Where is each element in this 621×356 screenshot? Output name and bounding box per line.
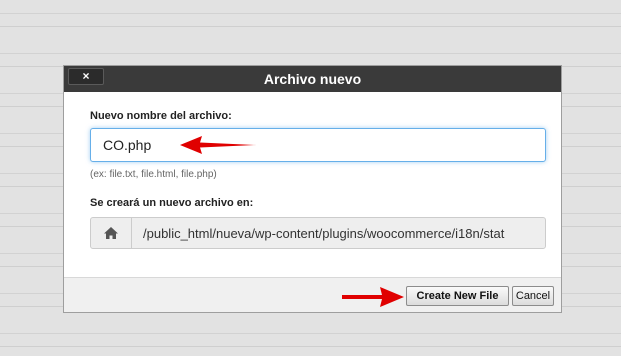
annotation-arrow-create [342,287,404,307]
dialog-titlebar: × Archivo nuevo [64,66,561,92]
create-new-file-button[interactable]: Create New File [406,286,509,306]
cancel-button[interactable]: Cancel [512,286,554,306]
file-name-hint: (ex: file.txt, file.html, file.php) [90,169,217,180]
file-name-label: Nuevo nombre del archivo: [90,110,232,122]
location-label: Se creará un nuevo archivo en: [90,197,254,209]
home-icon [91,218,132,248]
dialog-title: Archivo nuevo [263,71,362,87]
location-path: /public_html/nueva/wp-content/plugins/wo… [143,226,505,241]
annotation-arrow-filename [180,136,256,154]
location-field: /public_html/nueva/wp-content/plugins/wo… [90,217,546,249]
file-name-input[interactable] [90,128,546,162]
new-file-dialog: × Archivo nuevo Nuevo nombre del archivo… [63,65,562,313]
